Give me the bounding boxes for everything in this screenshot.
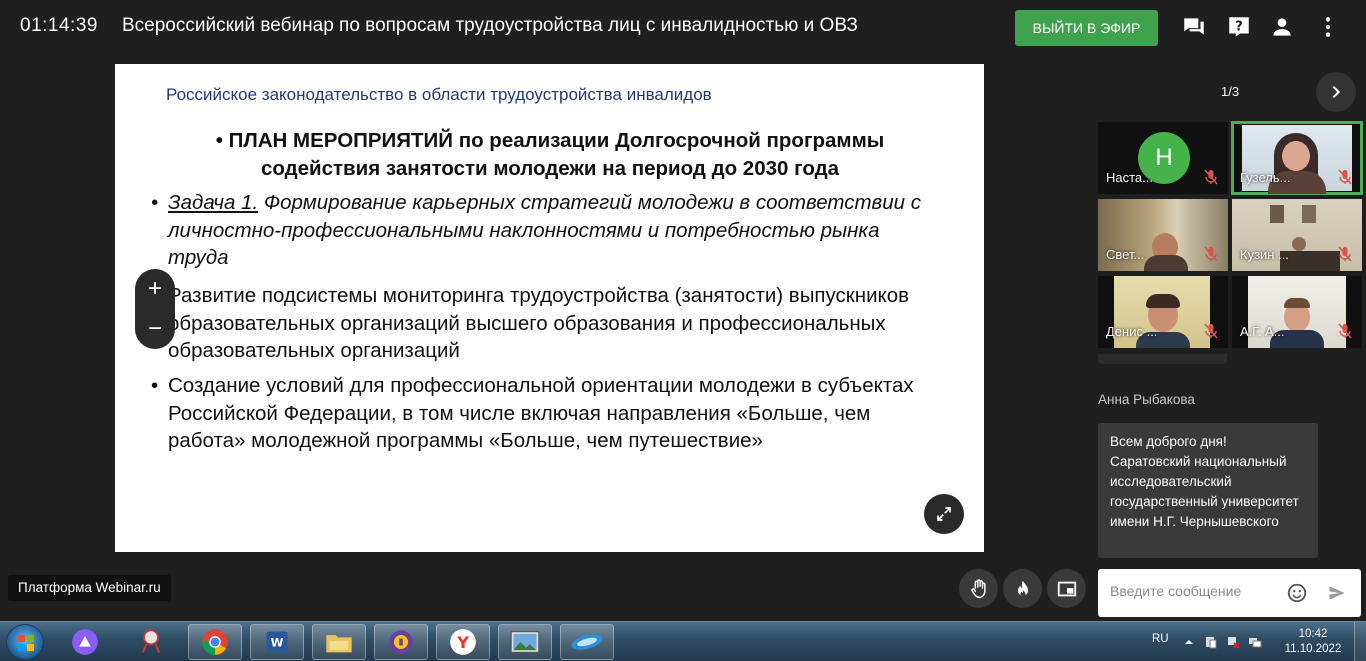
task-label: Задача 1. [168,191,259,214]
help-icon[interactable]: ? [1226,14,1252,40]
participant-name: Свет... [1106,247,1145,262]
taskbar-snipping-tool[interactable] [124,624,178,660]
tray-expand-icon[interactable] [1182,635,1196,649]
zoom-in-button[interactable]: + [135,269,175,309]
presentation-slide: Российское законодательство в области тр… [115,64,984,552]
chrome-icon [202,629,228,655]
file-manager-icon [326,635,352,653]
bullet-dot: • [151,191,159,214]
taskbar-webinar-app[interactable] [560,624,614,660]
tray-network-icon[interactable] [1248,635,1262,649]
go-live-button[interactable]: ВЫЙТИ В ЭФИР [1015,10,1158,46]
mic-muted-icon [1338,323,1352,339]
zoom-control: + − [135,269,175,349]
slide-bullet-task: • Задача 1. Формирование карьерных страт… [151,189,931,272]
mic-muted-icon [1204,169,1218,185]
mic-muted-icon [1204,323,1218,339]
expand-icon [937,507,951,521]
participant-tile[interactable]: Н Наста... [1098,122,1228,194]
svg-text:Y: Y [456,633,469,652]
yandex-browser-icon: Y [450,629,476,655]
picture-in-picture-button[interactable] [1047,569,1086,608]
participant-tile[interactable]: А.Г. А... [1232,276,1362,348]
bullet-dot: • [151,374,159,397]
mic-muted-icon [1338,169,1352,185]
more-vert-icon[interactable] [1315,14,1341,40]
keyboard-language[interactable]: RU [1152,633,1169,645]
svg-text:W: W [271,636,284,650]
photo-viewer-icon [510,631,540,653]
tray-flag-icon[interactable] [1226,635,1240,649]
bullet-text: Создание условий для профессиональной ор… [168,374,914,452]
fullscreen-button[interactable] [924,494,964,534]
session-timer: 01:14:39 [20,15,98,36]
taskbar-word[interactable]: W [250,624,304,660]
svg-text:?: ? [1235,19,1243,34]
participant-tile[interactable]: Свет... [1098,199,1228,271]
chevron-right-icon [1332,85,1341,99]
plan-bullet: • [215,129,223,152]
platform-label: Платформа Webinar.ru [8,575,171,601]
taskbar-file-manager[interactable] [312,624,366,660]
alice-icon [72,629,98,655]
vpn-icon [389,630,413,654]
tray-device-icon[interactable] [1204,635,1218,649]
fire-icon [1017,580,1028,596]
raise-hand-icon [970,578,986,598]
chat-message: Всем доброго дня! Саратовский национальн… [1098,423,1318,558]
zoom-out-button[interactable]: − [135,309,175,349]
message-input[interactable] [1110,583,1280,599]
task-text: Формирование карьерных стратегий молодеж… [168,191,922,269]
message-composer [1098,569,1361,617]
start-button[interactable] [6,624,44,660]
windows-logo-icon [18,635,34,651]
clock-time: 10:42 [1298,628,1328,640]
taskbar-vpn[interactable] [374,624,428,660]
taskbar-chrome[interactable] [188,624,242,660]
participant-tile[interactable]: Денис ... [1098,276,1228,348]
taskbar-yandex-browser[interactable]: Y [436,624,490,660]
clock-date: 11.10.2022 [1284,643,1342,655]
next-page-button[interactable] [1316,72,1356,112]
slide-plan-title: • ПЛАН МЕРОПРИЯТИЙ по реализации Долгоср… [155,127,945,183]
participants-scrollbar[interactable] [1098,354,1227,364]
participant-name: Гузель... [1240,170,1291,185]
chat-author: Анна Рыбакова [1098,392,1195,407]
participant-name: Денис ... [1106,324,1158,339]
participant-name: Кузин ... [1240,247,1289,262]
plan-text: ПЛАН МЕРОПРИЯТИЙ по реализации Долгосроч… [228,129,885,180]
participant-tile[interactable]: Гузель... [1231,121,1363,195]
taskbar-alice[interactable] [58,624,112,660]
slide-bullet-orientation: • Создание условий для профессиональной … [151,372,941,455]
word-icon: W [266,631,288,653]
picture-in-picture-icon [1057,581,1076,596]
emoji-icon[interactable] [1286,582,1308,604]
participant-name: Наста... [1106,170,1153,185]
show-desktop-button[interactable] [1354,622,1366,661]
top-bar: 01:14:39 Всероссийский вебинар по вопрос… [0,0,1366,55]
taskbar-clock[interactable]: 10:42 11.10.2022 [1283,627,1343,657]
webinar-app-icon [571,634,603,650]
webinar-title: Всероссийский вебинар по вопросам трудоу… [122,15,858,36]
bullet-text: Развитие подсистемы мониторинга трудоуст… [168,284,910,362]
snipping-tool-icon [141,629,161,653]
windows-taskbar: W Y RU 10:42 11.10.2022 [0,621,1366,661]
taskbar-photo-viewer[interactable] [498,624,552,660]
reaction-button[interactable] [1003,569,1042,608]
participant-tile[interactable]: Кузин ... [1232,199,1362,271]
send-icon[interactable] [1327,583,1347,603]
mic-muted-icon [1338,246,1352,262]
slide-heading: Российское законодательство в области тр… [166,85,712,104]
user-icon[interactable] [1269,14,1295,40]
chat-icon[interactable] [1181,14,1207,40]
raise-hand-button[interactable] [959,569,998,608]
slide-bullet-monitoring: Развитие подсистемы мониторинга трудоуст… [151,282,941,365]
participant-name: А.Г. А... [1240,324,1285,339]
participants-page-indicator: 1/3 [1221,84,1240,99]
mic-muted-icon [1204,246,1218,262]
